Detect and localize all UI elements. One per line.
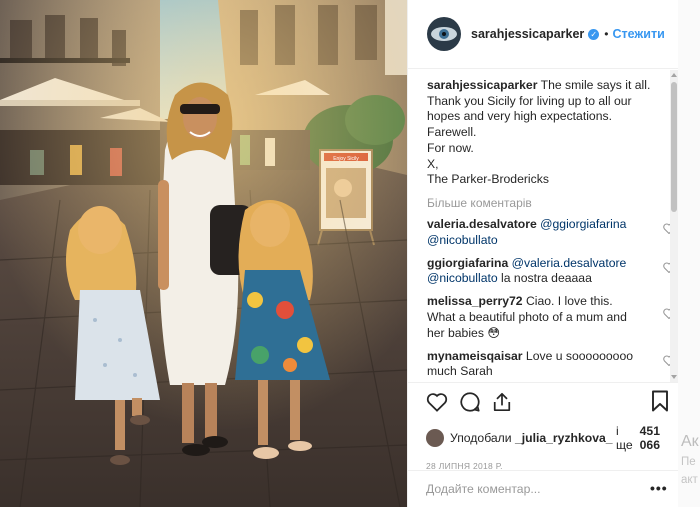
caption-line-5: For now.: [427, 140, 474, 155]
scrollbar-thumb[interactable]: [671, 82, 677, 212]
scroll-down-icon[interactable]: [671, 375, 677, 379]
edge-text-2: Пе: [681, 456, 696, 468]
more-options-icon[interactable]: •••: [650, 480, 668, 496]
comments-list[interactable]: sarahjessicaparker The smile says it all…: [408, 70, 679, 382]
follow-button[interactable]: Стежити: [612, 27, 664, 41]
caption-line-1: The smile says it all.: [540, 78, 651, 92]
author-username[interactable]: sarahjessicaparker: [471, 27, 584, 41]
add-comment-input[interactable]: Додайте коментар...: [426, 482, 541, 496]
comment-mention[interactable]: @nicobullato: [427, 271, 498, 285]
verified-badge-icon: ✓: [588, 28, 600, 40]
share-upload-icon[interactable]: [492, 391, 512, 413]
comment-username[interactable]: valeria.desalvatore: [427, 217, 537, 231]
likes-middle: і ще: [615, 424, 633, 452]
comment-item: mynameisqaisar Love u sooooooooo much Sa…: [427, 349, 675, 381]
add-comment-bar: Додайте коментар... •••: [408, 470, 679, 507]
liker-username[interactable]: _julia_ryzhkova_: [515, 431, 613, 445]
save-bookmark-icon[interactable]: [651, 390, 669, 412]
edge-text-3: акт: [681, 474, 698, 486]
post-caption: sarahjessicaparker The smile says it all…: [427, 78, 652, 188]
edge-text-1: Ак: [681, 433, 699, 450]
comment-emoji: 😳: [487, 325, 501, 340]
caption-line-4: Farewell.: [427, 125, 477, 140]
comment-text: la nostra deaaaa: [501, 271, 592, 286]
likes-count[interactable]: 451 066: [640, 424, 679, 452]
comment-bubble-icon[interactable]: [459, 391, 481, 413]
caption-username[interactable]: sarahjessicaparker: [427, 78, 537, 92]
follow-separator: •: [604, 27, 609, 41]
comment-item: valeria.desalvatore @ggiorgiafarina @nic…: [427, 217, 675, 249]
post-photo-image: Enjoy Sicily: [0, 0, 407, 507]
caption-line-6: X,: [427, 156, 439, 171]
caption-line-3: hopes and very high expectations.: [427, 109, 612, 124]
post-actions: Уподобали _julia_ryzhkova_ і ще 451 066 …: [408, 382, 679, 506]
author-avatar[interactable]: [427, 17, 461, 51]
comment-username[interactable]: ggiorgiafarina: [427, 256, 508, 270]
comments-scrollbar[interactable]: [670, 70, 678, 382]
like-heart-icon[interactable]: [426, 392, 448, 412]
photo-sign-title: Enjoy Sicily: [333, 156, 359, 162]
scroll-up-icon[interactable]: [671, 73, 677, 77]
post-header: sarahjessicaparker ✓ • Стежити: [408, 0, 678, 69]
comment-mention[interactable]: @nicobullato: [427, 233, 498, 247]
likes-summary: Уподобали _julia_ryzhkova_ і ще 451 066: [426, 424, 679, 452]
liker-avatar[interactable]: [426, 429, 444, 447]
comment-mention[interactable]: @valeria.desalvatore: [512, 256, 627, 270]
caption-line-2: Thank you Sicily for living up to all ou…: [427, 93, 632, 108]
post-side-panel: sarahjessicaparker ✓ • Стежити sarahjess…: [407, 0, 679, 507]
comment-mention[interactable]: @ggiorgiafarina: [540, 217, 626, 231]
likes-prefix: Уподобали: [450, 431, 512, 445]
caption-line-7: The Parker-Brodericks: [427, 172, 549, 187]
comment-item: ggiorgiafarina @valeria.desalvatore @nic…: [427, 256, 675, 288]
background-page-edge: Ак Пе акт: [678, 0, 700, 507]
comment-item: melissa_perry72 Ciao. I love this. What …: [427, 294, 675, 341]
more-comments-link[interactable]: Більше коментарів: [427, 196, 679, 210]
post-photo[interactable]: Enjoy Sicily: [0, 0, 407, 507]
comment-username[interactable]: mynameisqaisar: [427, 349, 523, 363]
comment-username[interactable]: melissa_perry72: [427, 294, 523, 308]
